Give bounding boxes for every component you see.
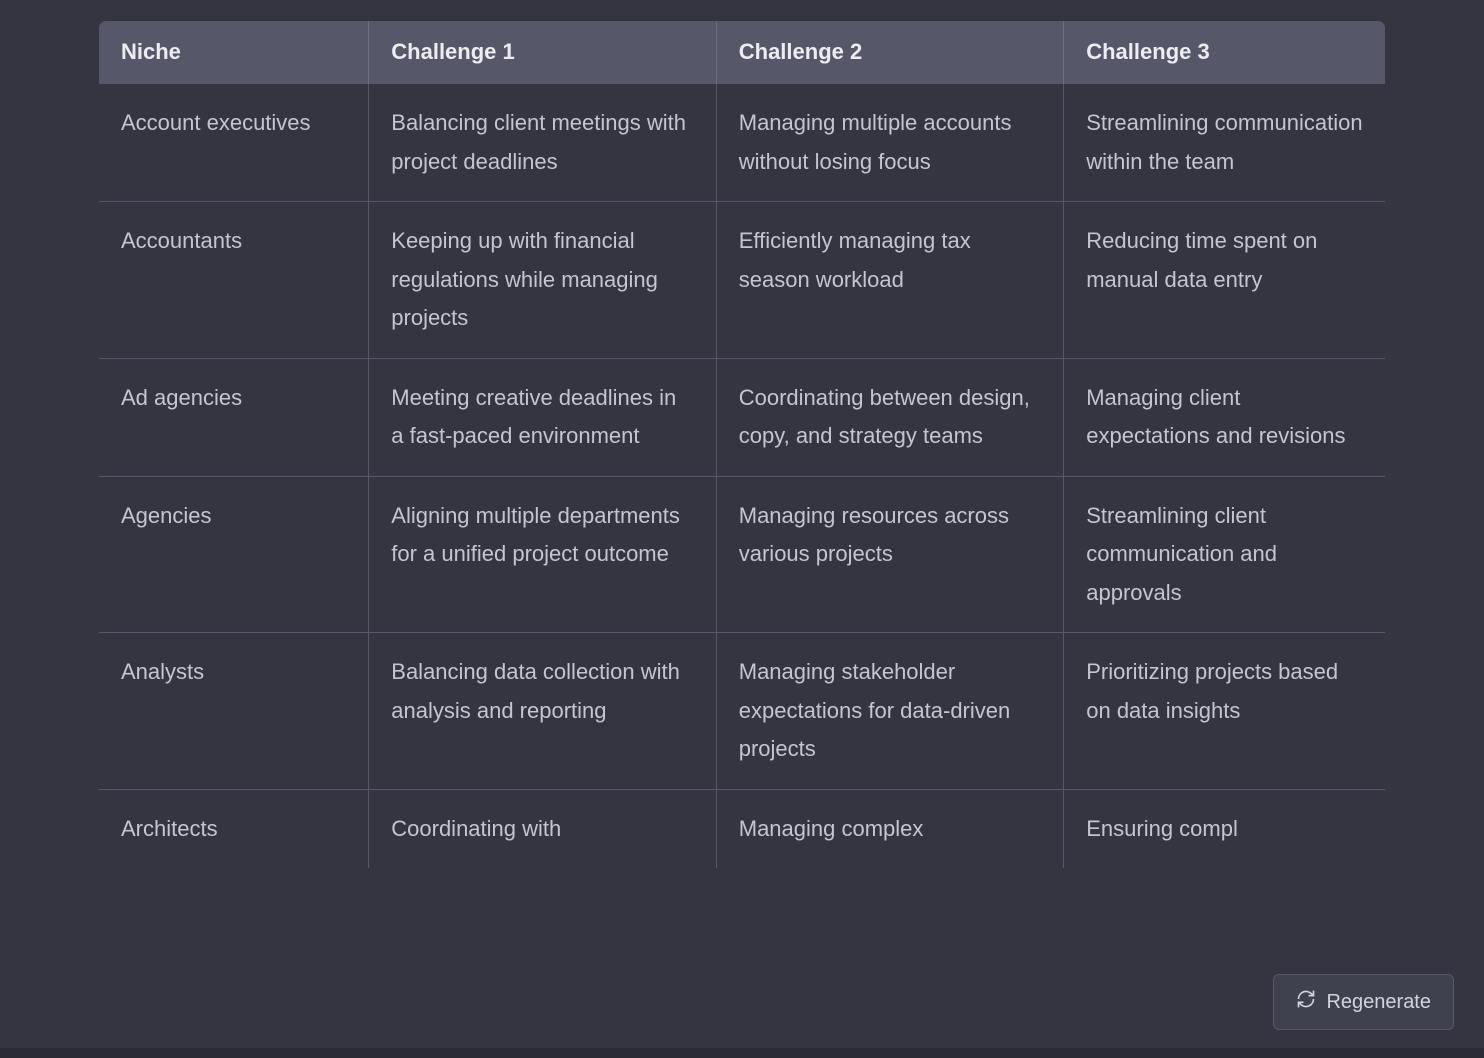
- cell-niche: Architects: [99, 789, 369, 869]
- table-row: Architects Coordinating with Managing co…: [99, 789, 1386, 869]
- cell-challenge-3: Managing client expectations and revisio…: [1064, 358, 1386, 476]
- cell-challenge-1: Balancing client meetings with project d…: [369, 84, 716, 202]
- cell-challenge-3: Reducing time spent on manual data entry: [1064, 202, 1386, 359]
- cell-challenge-1: Meeting creative deadlines in a fast-pac…: [369, 358, 716, 476]
- cell-niche: Agencies: [99, 476, 369, 633]
- cell-challenge-2: Coordinating between design, copy, and s…: [716, 358, 1063, 476]
- table-header-row: Niche Challenge 1 Challenge 2 Challenge …: [99, 21, 1386, 84]
- cell-challenge-2: Managing multiple accounts without losin…: [716, 84, 1063, 202]
- cell-niche: Account executives: [99, 84, 369, 202]
- regenerate-button[interactable]: Regenerate: [1273, 974, 1454, 1030]
- cell-challenge-2: Managing stakeholder expectations for da…: [716, 633, 1063, 790]
- cell-challenge-3: Streamlining communication within the te…: [1064, 84, 1386, 202]
- table-row: Accountants Keeping up with financial re…: [99, 202, 1386, 359]
- cell-niche: Analysts: [99, 633, 369, 790]
- table-row: Agencies Aligning multiple departments f…: [99, 476, 1386, 633]
- cell-challenge-1: Keeping up with financial regulations wh…: [369, 202, 716, 359]
- header-niche: Niche: [99, 21, 369, 84]
- bottom-fade-overlay: [0, 878, 1484, 1058]
- bottom-bar: [0, 1048, 1484, 1058]
- table-container: Niche Challenge 1 Challenge 2 Challenge …: [0, 0, 1484, 869]
- header-challenge-3: Challenge 3: [1064, 21, 1386, 84]
- table-row: Analysts Balancing data collection with …: [99, 633, 1386, 790]
- cell-challenge-3: Streamlining client communication and ap…: [1064, 476, 1386, 633]
- cell-challenge-1: Aligning multiple departments for a unif…: [369, 476, 716, 633]
- header-challenge-1: Challenge 1: [369, 21, 716, 84]
- regenerate-icon: [1296, 989, 1316, 1015]
- cell-challenge-1: Balancing data collection with analysis …: [369, 633, 716, 790]
- cell-challenge-3: Ensuring compl: [1064, 789, 1386, 869]
- cell-challenge-2: Managing resources across various projec…: [716, 476, 1063, 633]
- regenerate-label: Regenerate: [1326, 991, 1431, 1014]
- cell-challenge-1: Coordinating with: [369, 789, 716, 869]
- cell-challenge-2: Managing complex: [716, 789, 1063, 869]
- header-challenge-2: Challenge 2: [716, 21, 1063, 84]
- table-row: Account executives Balancing client meet…: [99, 84, 1386, 202]
- table-row: Ad agencies Meeting creative deadlines i…: [99, 358, 1386, 476]
- cell-niche: Accountants: [99, 202, 369, 359]
- cell-challenge-3: Prioritizing projects based on data insi…: [1064, 633, 1386, 790]
- challenges-table: Niche Challenge 1 Challenge 2 Challenge …: [98, 20, 1386, 869]
- cell-niche: Ad agencies: [99, 358, 369, 476]
- cell-challenge-2: Efficiently managing tax season workload: [716, 202, 1063, 359]
